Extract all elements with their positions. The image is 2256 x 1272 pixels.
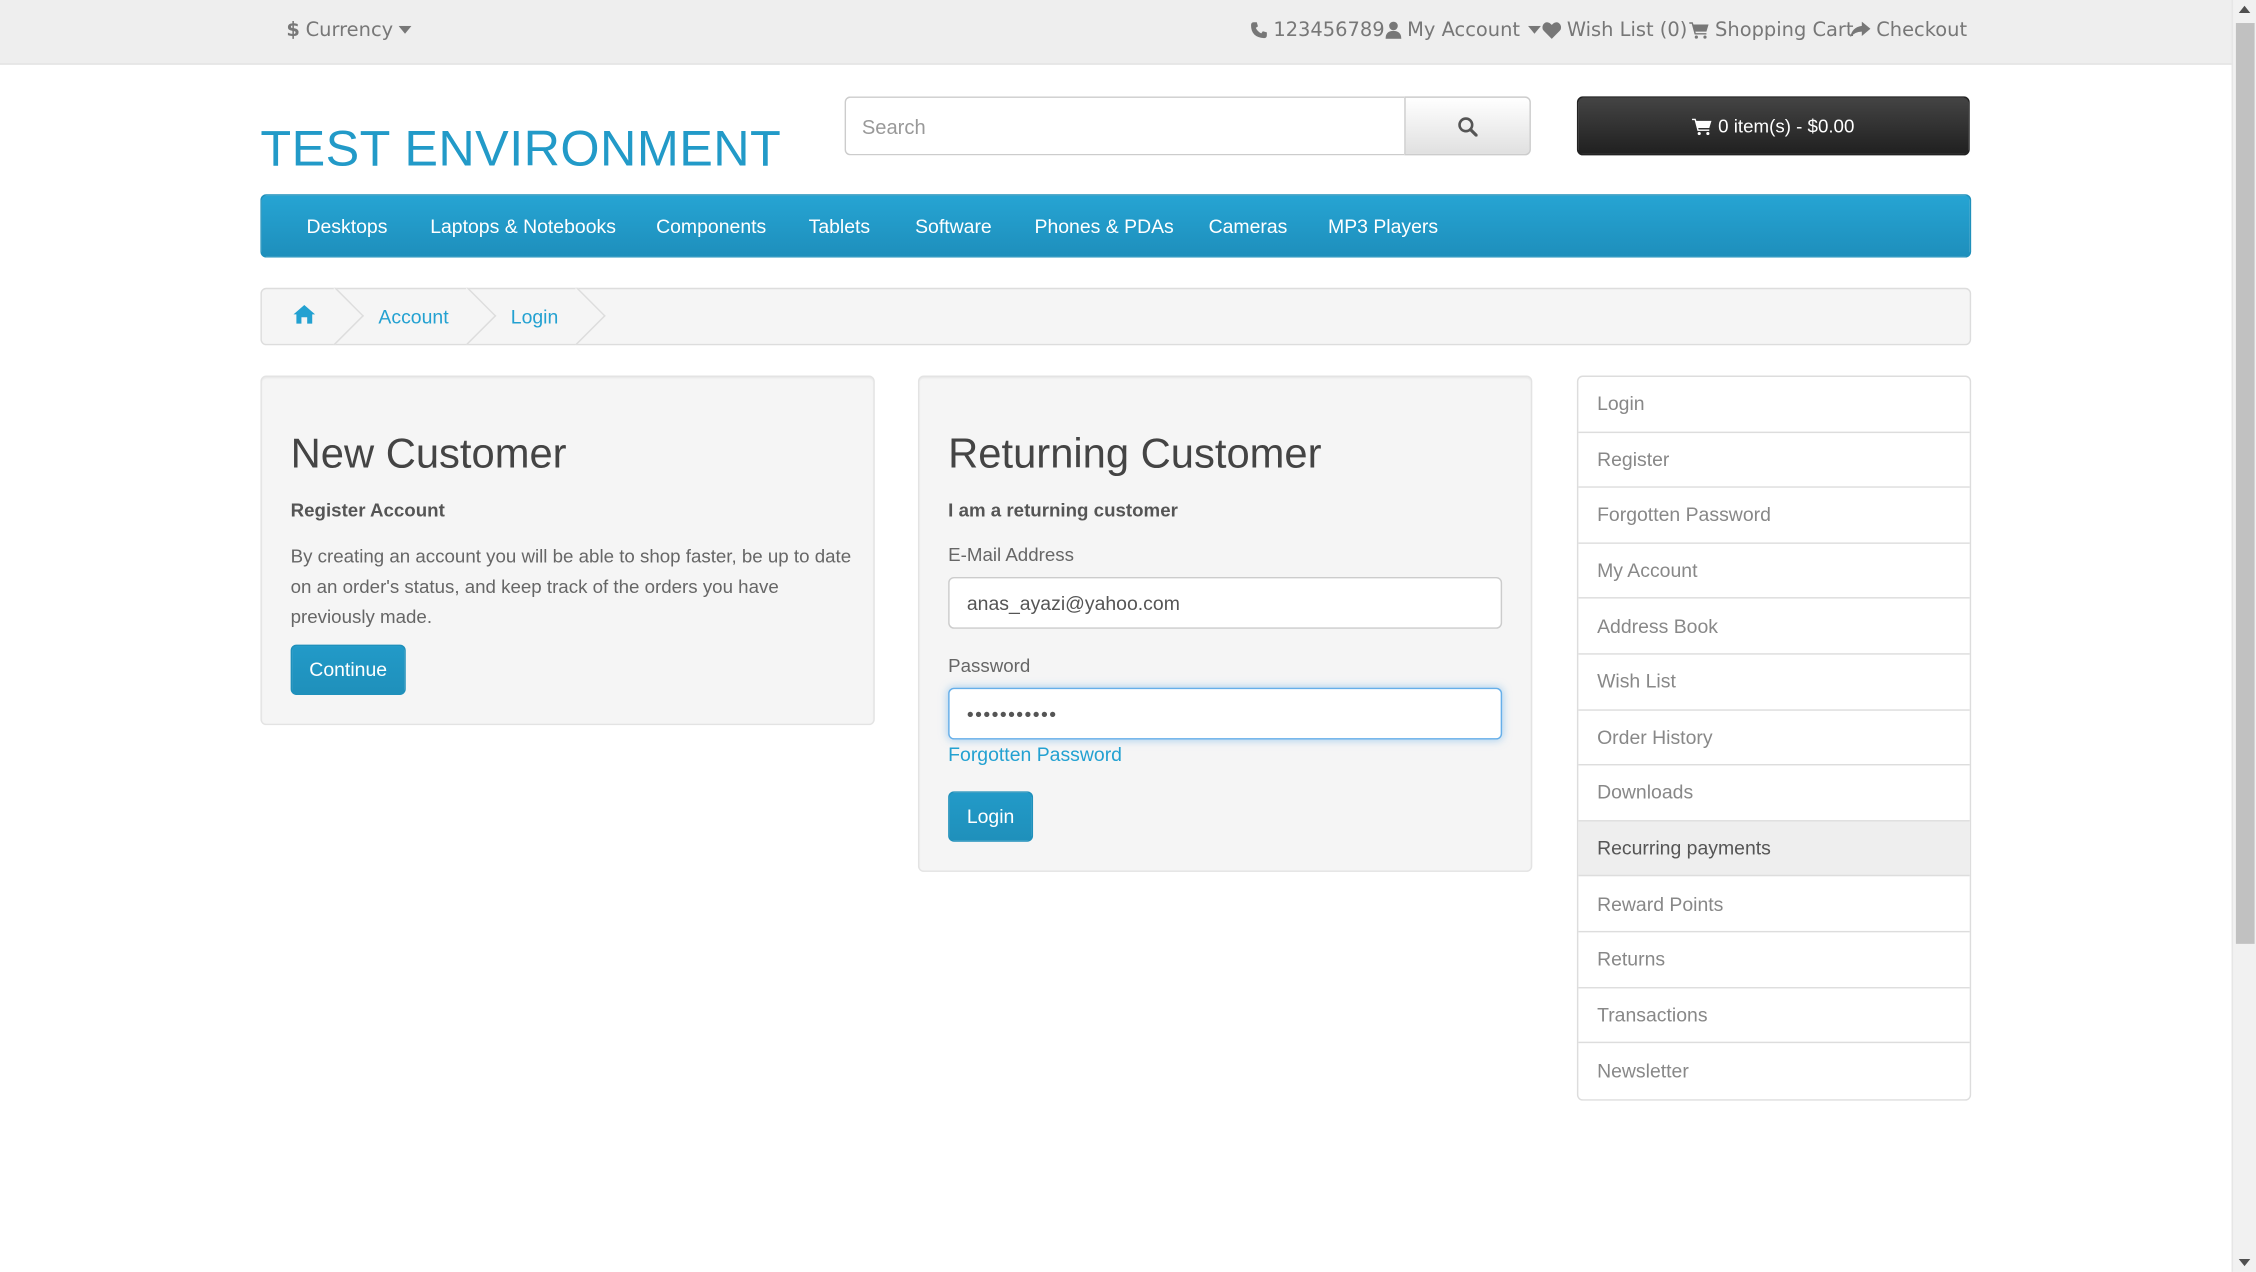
breadcrumb-account[interactable]: Account xyxy=(378,306,448,328)
home-icon xyxy=(293,305,316,324)
currency-dropdown[interactable]: $ Currency xyxy=(286,19,412,42)
password-label: Password xyxy=(948,654,1031,677)
scroll-up-icon[interactable] xyxy=(2238,5,2251,13)
heart-icon xyxy=(1542,22,1562,39)
cart-button[interactable]: 0 item(s) - $0.00 xyxy=(1576,96,1970,156)
top-bar: $ Currency 123456789 My Account Wish Lis… xyxy=(0,0,2232,65)
search-box xyxy=(844,96,1531,156)
breadcrumb-home[interactable] xyxy=(293,305,316,328)
sidebar-item-newsletter[interactable]: Newsletter xyxy=(1578,1043,1969,1099)
cart-button-label: 0 item(s) - $0.00 xyxy=(1718,115,1855,137)
menu-item-cameras[interactable]: Cameras xyxy=(1209,216,1288,238)
new-customer-title: New Customer xyxy=(290,431,567,478)
cart-icon xyxy=(1689,22,1709,39)
sidebar-item-downloads[interactable]: Downloads xyxy=(1578,766,1970,822)
register-account-subtitle: Register Account xyxy=(290,499,445,521)
menu-item-phones[interactable]: Phones & PDAs xyxy=(1034,216,1173,238)
new-customer-panel: New Customer Register Account By creatin… xyxy=(260,375,875,726)
currency-label: Currency xyxy=(305,18,394,42)
forgotten-password-link[interactable]: Forgotten Password xyxy=(948,744,1122,766)
sidebar-item-transactions[interactable]: Transactions xyxy=(1578,988,1970,1044)
shopping-cart-label: Shopping Cart xyxy=(1715,18,1854,42)
sidebar-item-recurring-payments[interactable]: Recurring payments xyxy=(1578,821,1970,877)
returning-customer-subtitle: I am a returning customer xyxy=(948,499,1178,521)
scroll-thumb[interactable] xyxy=(2235,23,2255,944)
wish-list-link[interactable]: Wish List (0) xyxy=(1542,19,1687,42)
menu-item-tablets[interactable]: Tablets xyxy=(809,216,871,238)
phone-number: 123456789 xyxy=(1273,18,1385,42)
search-input[interactable] xyxy=(844,96,1405,156)
sidebar-item-register[interactable]: Register xyxy=(1578,432,1970,489)
continue-button[interactable]: Continue xyxy=(290,644,406,695)
category-menu: Desktops Laptops & Notebooks Components … xyxy=(260,194,1972,258)
user-icon xyxy=(1385,21,1402,39)
sidebar-item-reward-points[interactable]: Reward Points xyxy=(1578,877,1970,933)
sidebar-item-forgotten-password[interactable]: Forgotten Password xyxy=(1578,488,1970,544)
caret-down-icon xyxy=(398,25,412,34)
my-account-dropdown[interactable]: My Account xyxy=(1385,18,1542,42)
phone-link[interactable]: 123456789 xyxy=(1250,18,1385,42)
breadcrumb-separator xyxy=(334,288,366,346)
sidebar-item-wish-list[interactable]: Wish List xyxy=(1578,655,1970,711)
menu-item-desktops[interactable]: Desktops xyxy=(306,216,387,238)
page: $ Currency 123456789 My Account Wish Lis… xyxy=(0,0,2256,1272)
email-field[interactable] xyxy=(948,576,1503,629)
search-button[interactable] xyxy=(1404,96,1531,156)
returning-customer-panel: Returning Customer I am a returning cust… xyxy=(917,375,1533,872)
shopping-cart-link[interactable]: Shopping Cart xyxy=(1689,18,1854,42)
wish-list-label: Wish List (0) xyxy=(1566,18,1688,42)
search-icon xyxy=(1458,116,1478,136)
breadcrumb-separator xyxy=(466,288,498,346)
breadcrumb-login[interactable]: Login xyxy=(511,306,559,328)
checkout-link[interactable]: Checkout xyxy=(1850,19,1967,42)
sidebar-item-address-book[interactable]: Address Book xyxy=(1578,599,1970,655)
share-icon xyxy=(1850,21,1871,38)
account-sidebar: Login Register Forgotten Password My Acc… xyxy=(1576,375,1972,1101)
checkout-label: Checkout xyxy=(1876,18,1968,42)
menu-item-laptops[interactable]: Laptops & Notebooks xyxy=(430,216,616,238)
breadcrumb: Account Login xyxy=(260,287,1972,346)
scroll-down-icon[interactable] xyxy=(2238,1258,2251,1267)
sidebar-item-order-history[interactable]: Order History xyxy=(1578,710,1970,766)
password-field[interactable] xyxy=(948,687,1503,740)
sidebar-item-my-account[interactable]: My Account xyxy=(1578,544,1970,600)
caret-down-icon xyxy=(1528,25,1542,34)
cart-icon xyxy=(1692,117,1712,135)
page-scrollbar[interactable] xyxy=(2231,0,2256,1272)
returning-customer-title: Returning Customer xyxy=(948,431,1322,478)
dollar-icon: $ xyxy=(286,18,300,42)
store-logo[interactable]: TEST ENVIRONMENT xyxy=(260,121,781,179)
phone-icon xyxy=(1251,22,1267,39)
sidebar-item-login[interactable]: Login xyxy=(1578,377,1970,433)
email-label: E-Mail Address xyxy=(948,543,1074,566)
login-button[interactable]: Login xyxy=(948,791,1034,842)
sidebar-item-returns[interactable]: Returns xyxy=(1578,932,1970,988)
my-account-label: My Account xyxy=(1407,18,1521,42)
menu-item-components[interactable]: Components xyxy=(656,216,766,238)
register-description: By creating an account you will be able … xyxy=(290,545,852,628)
menu-item-mp3-players[interactable]: MP3 Players xyxy=(1328,216,1438,238)
menu-item-software[interactable]: Software xyxy=(915,216,992,238)
breadcrumb-separator xyxy=(576,288,608,346)
